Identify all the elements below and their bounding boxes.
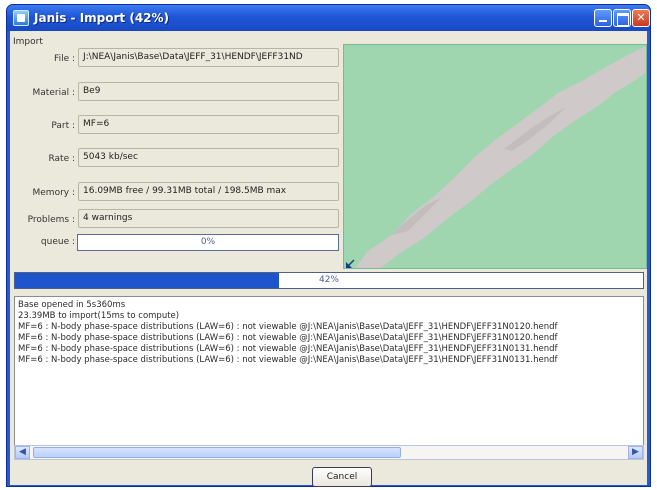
memory-label: Memory :: [32, 188, 76, 198]
preview-band-shape: [355, 46, 646, 268]
material-value: Be9: [78, 82, 339, 101]
import-preview-panel: [343, 44, 647, 269]
queue-progress-text: 0%: [200, 237, 216, 247]
queue-label: queue :: [40, 237, 75, 247]
dialog-body: Import File : J:\NEA\Janis\Base\Data\JEF…: [10, 31, 647, 487]
main-progress-bar: 42%: [14, 272, 644, 289]
title-bar[interactable]: Janis - Import (42%) ✕: [7, 5, 650, 31]
close-button[interactable]: ✕: [632, 9, 650, 27]
import-window: Janis - Import (42%) ✕ Import File : J:\…: [6, 4, 651, 487]
problems-value: 4 warnings: [78, 209, 339, 228]
log-line: 23.39MB to import(15ms to compute): [18, 311, 180, 321]
problems-label: Problems :: [27, 215, 75, 225]
log-line: MF=6 : N-body phase-space distributions …: [18, 355, 558, 365]
import-log[interactable]: Base opened in 5s360ms 23.39MB to import…: [14, 296, 644, 451]
file-label: File :: [54, 54, 75, 64]
log-line: MF=6 : N-body phase-space distributions …: [18, 333, 558, 343]
janis-app-icon: [13, 10, 29, 26]
memory-value: 16.09MB free / 99.31MB total / 198.5MB m…: [78, 182, 339, 201]
preview-graphic: [346, 46, 646, 268]
scroll-left-arrow-icon[interactable]: ◀: [15, 446, 30, 459]
part-label: Part :: [51, 121, 75, 131]
maximize-button[interactable]: [613, 9, 631, 27]
scroll-right-arrow-icon[interactable]: ▶: [628, 446, 643, 459]
rate-value: 5043 kb/sec: [78, 148, 339, 167]
part-value: MF=6: [78, 115, 339, 134]
import-section-label: Import: [13, 37, 43, 47]
minimize-button[interactable]: [594, 9, 612, 27]
material-label: Material :: [32, 88, 75, 98]
resize-arrow-icon[interactable]: [346, 259, 355, 268]
log-line: MF=6 : N-body phase-space distributions …: [18, 344, 558, 354]
scrollbar-thumb[interactable]: [33, 447, 401, 458]
rate-label: Rate :: [48, 154, 75, 164]
cancel-button[interactable]: Cancel: [312, 467, 372, 487]
queue-progress-bar: 0%: [77, 234, 339, 251]
file-value: J:\NEA\Janis\Base\Data\JEFF_31\HENDF\JEF…: [78, 48, 339, 67]
log-horizontal-scrollbar[interactable]: ◀ ▶: [14, 445, 644, 460]
main-progress-text: 42%: [318, 275, 339, 285]
log-line: Base opened in 5s360ms: [18, 300, 126, 310]
window-title: Janis - Import (42%): [34, 11, 170, 25]
log-line: MF=6 : N-body phase-space distributions …: [18, 322, 558, 332]
